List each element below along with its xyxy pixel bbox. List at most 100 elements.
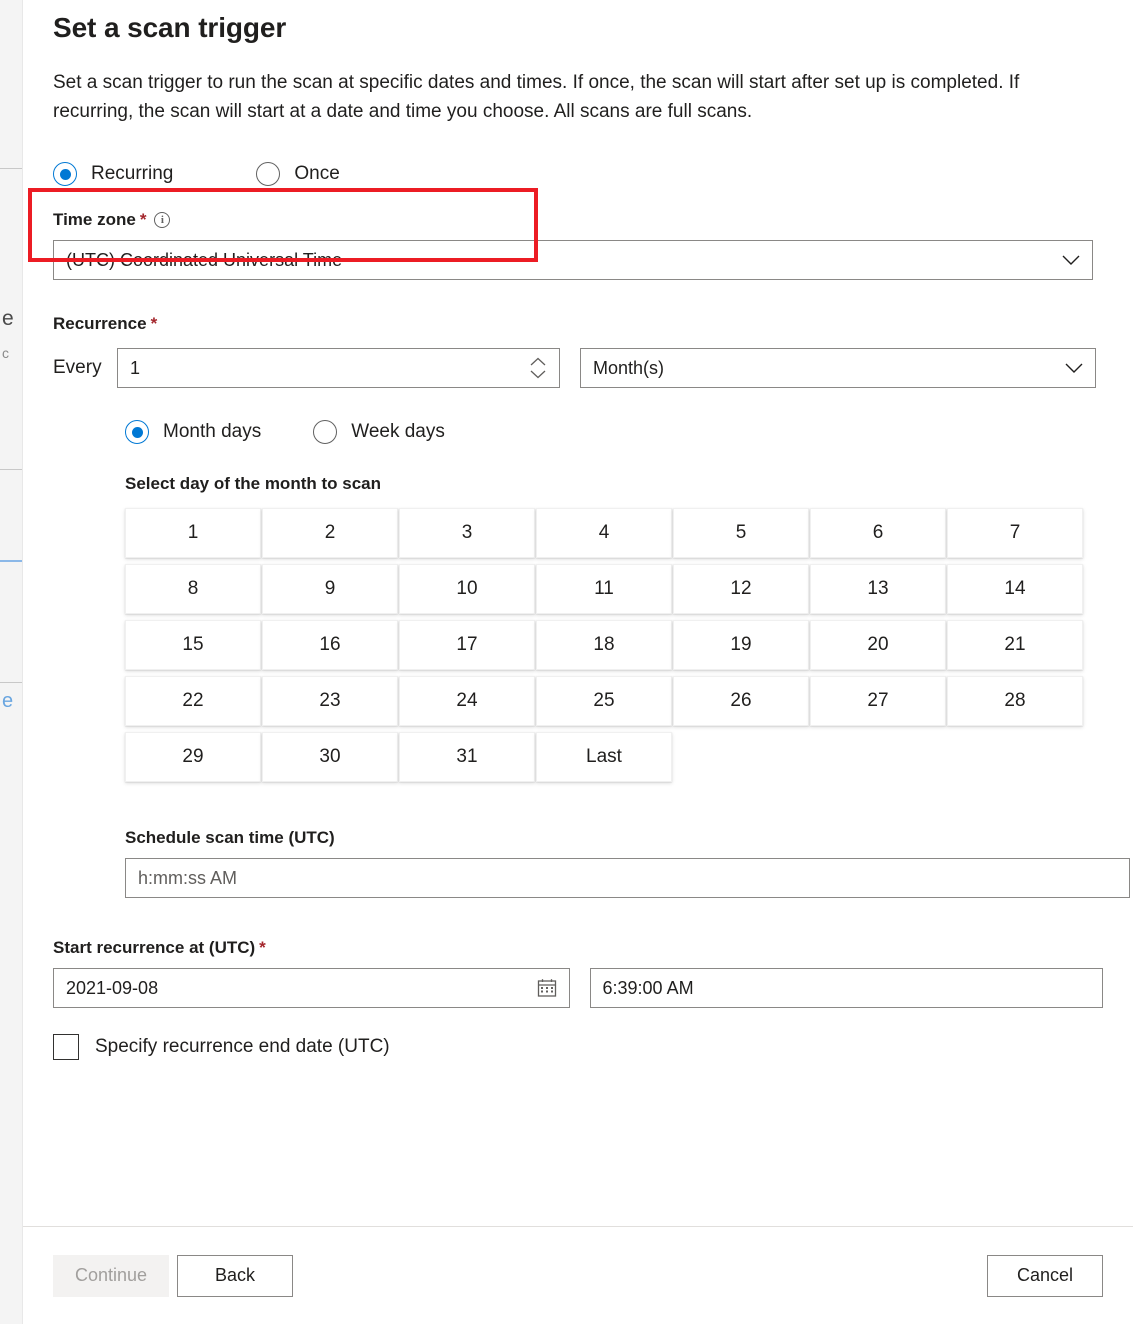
day-cell[interactable]: 28	[947, 676, 1083, 726]
day-cell[interactable]: 25	[536, 676, 672, 726]
radio-recurring[interactable]: Recurring	[53, 162, 173, 186]
day-cell[interactable]: 2	[262, 508, 398, 558]
day-cell[interactable]: 20	[810, 620, 946, 670]
panel-footer: Continue Back Cancel	[23, 1226, 1133, 1324]
schedule-scan-time-input[interactable]: h:mm:ss AM	[125, 858, 1130, 898]
start-recurrence-row: 2021-09-08 6:39:00 AM	[53, 968, 1103, 1008]
required-asterisk: *	[259, 938, 266, 957]
scan-trigger-panel: Set a scan trigger Set a scan trigger to…	[23, 0, 1133, 1324]
trigger-type-radio-group: Recurring Once	[53, 162, 1103, 186]
radio-once-icon	[256, 162, 281, 186]
start-date-input[interactable]: 2021-09-08	[53, 968, 570, 1008]
recurrence-unit-value: Month(s)	[593, 357, 665, 378]
time-zone-label: Time zone * i	[53, 210, 1103, 230]
day-cell[interactable]: 21	[947, 620, 1083, 670]
radio-recurring-icon	[53, 162, 77, 186]
day-cell[interactable]: 15	[125, 620, 261, 670]
page-description: Set a scan trigger to run the scan at sp…	[53, 72, 1020, 122]
chevron-down-icon	[530, 370, 546, 379]
day-cell[interactable]: 5	[673, 508, 809, 558]
day-cell[interactable]: 1	[125, 508, 261, 558]
bg-block	[0, 683, 22, 1324]
day-cell[interactable]: 17	[399, 620, 535, 670]
every-label: Every	[53, 357, 102, 378]
recurrence-label-text: Recurrence	[53, 314, 147, 333]
day-cell[interactable]: 8	[125, 564, 261, 614]
day-cell[interactable]: 10	[399, 564, 535, 614]
panel-body: Set a scan trigger Set a scan trigger to…	[23, 0, 1133, 1226]
info-icon[interactable]: i	[154, 212, 171, 228]
day-cell[interactable]: 7	[947, 508, 1083, 558]
radio-month-days[interactable]: Month days	[125, 420, 261, 444]
specify-end-date-row[interactable]: Specify recurrence end date (UTC)	[53, 1034, 1103, 1060]
specify-end-date-checkbox[interactable]	[53, 1034, 79, 1060]
radio-dot-icon	[131, 426, 143, 438]
background-page-strip: e c e	[0, 0, 23, 1324]
recurrence-detail-section: Month days Week days Select day of the m…	[53, 420, 1130, 898]
interval-spinner-input[interactable]: 1	[117, 348, 560, 388]
day-cell[interactable]: 26	[673, 676, 809, 726]
bg-text-fragment: e	[2, 307, 14, 330]
schedule-scan-time-placeholder: h:mm:ss AM	[138, 867, 238, 888]
radio-once[interactable]: Once	[256, 162, 340, 186]
time-zone-value: (UTC) Coordinated Universal Time	[66, 249, 343, 270]
cancel-button[interactable]: Cancel	[987, 1254, 1103, 1297]
bg-block	[0, 470, 22, 560]
chevron-down-icon	[1065, 359, 1083, 377]
required-asterisk: *	[139, 210, 147, 229]
day-cell[interactable]: 9	[262, 564, 398, 614]
start-recurrence-label-text: Start recurrence at (UTC)	[53, 938, 256, 957]
recurrence-mode-radio-group: Month days Week days	[125, 420, 1103, 444]
bg-link-fragment[interactable]: e	[2, 690, 22, 713]
day-cell[interactable]: 31	[399, 732, 535, 782]
radio-month-days-icon	[125, 420, 149, 444]
recurrence-label: Recurrence *	[53, 314, 1103, 334]
day-cell-last[interactable]: Last	[536, 732, 672, 782]
day-cell[interactable]: 12	[673, 564, 809, 614]
radio-week-days-icon	[313, 420, 338, 444]
day-cell[interactable]: 18	[536, 620, 672, 670]
day-cell[interactable]: 13	[810, 564, 946, 614]
start-time-value: 6:39:00 AM	[602, 977, 694, 998]
radio-month-days-label: Month days	[163, 421, 262, 442]
bg-block	[0, 0, 22, 168]
chevron-up-icon	[530, 357, 546, 366]
day-cell[interactable]: 29	[125, 732, 261, 782]
day-of-month-grid: 1 2 3 4 5 6 7 8 9 10 11 12 13 14 15 16 1…	[125, 508, 1085, 782]
recurrence-interval-row: Every 1 Month(s)	[53, 348, 1103, 388]
radio-recurring-label: Recurring	[91, 163, 174, 184]
start-time-input[interactable]: 6:39:00 AM	[589, 968, 1103, 1008]
interval-value: 1	[130, 357, 141, 378]
bg-block	[0, 562, 22, 682]
recurrence-unit-dropdown[interactable]: Month(s)	[580, 348, 1096, 388]
day-cell[interactable]: 30	[262, 732, 398, 782]
bg-text-fragment: c	[2, 345, 9, 361]
start-recurrence-label: Start recurrence at (UTC) *	[53, 938, 1103, 958]
radio-dot-icon	[59, 168, 71, 180]
radio-once-label: Once	[294, 163, 340, 184]
spinner-arrows[interactable]	[529, 353, 547, 383]
specify-end-date-label: Specify recurrence end date (UTC)	[95, 1036, 390, 1057]
chevron-down-icon	[1062, 251, 1080, 269]
day-cell[interactable]: 6	[810, 508, 946, 558]
time-zone-dropdown[interactable]: (UTC) Coordinated Universal Time	[53, 240, 1093, 280]
day-cell[interactable]: 14	[947, 564, 1083, 614]
day-cell[interactable]: 24	[399, 676, 535, 726]
continue-button[interactable]: Continue	[53, 1254, 169, 1297]
day-cell[interactable]: 22	[125, 676, 261, 726]
radio-week-days[interactable]: Week days	[313, 420, 445, 444]
page-title: Set a scan trigger	[53, 12, 287, 43]
calendar-icon[interactable]	[537, 978, 557, 998]
radio-week-days-label: Week days	[351, 421, 445, 442]
day-cell[interactable]: 16	[262, 620, 398, 670]
day-cell[interactable]: 11	[536, 564, 672, 614]
time-zone-label-text: Time zone	[53, 210, 136, 229]
day-cell[interactable]: 19	[673, 620, 809, 670]
day-picker-heading: Select day of the month to scan	[125, 474, 381, 493]
day-cell[interactable]: 27	[810, 676, 946, 726]
start-date-value: 2021-09-08	[66, 977, 159, 998]
back-button[interactable]: Back	[177, 1254, 293, 1297]
day-cell[interactable]: 23	[262, 676, 398, 726]
day-cell[interactable]: 3	[399, 508, 535, 558]
day-cell[interactable]: 4	[536, 508, 672, 558]
